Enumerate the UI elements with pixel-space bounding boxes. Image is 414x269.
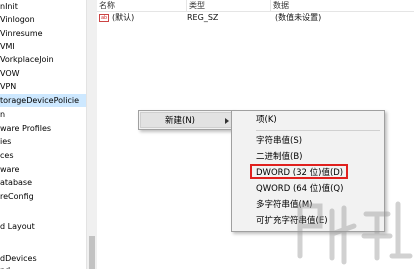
context-menu: 新建(N) <box>138 110 234 130</box>
row-name: (默认) <box>112 13 135 22</box>
menu-item-new[interactable]: 新建(N) <box>140 112 232 128</box>
column-header-type[interactable]: 类型 <box>187 0 271 11</box>
menu-item-key[interactable]: 项(K) <box>256 112 277 128</box>
tree-scrollbar[interactable] <box>86 0 97 269</box>
tree-item[interactable]: reConfig <box>0 190 86 203</box>
column-header-name[interactable]: 名称 <box>97 0 187 11</box>
menu-item-qword-value[interactable]: QWORD (64 位)值(Q) <box>256 181 343 197</box>
menu-item-new-label: 新建(N) <box>165 116 195 126</box>
list-header: 名称 类型 数据 <box>97 0 414 12</box>
tree-item[interactable]: nInit <box>0 0 86 13</box>
tree-item[interactable]: Vinlogon <box>0 13 86 26</box>
row-data: (数值未设置) <box>275 13 322 22</box>
watermark-logo <box>297 201 413 265</box>
tree-item[interactable]: VPN <box>0 80 86 93</box>
tree-item[interactable]: ware <box>0 163 86 176</box>
scrollbar-thumb[interactable] <box>89 236 95 269</box>
tree-item[interactable]: ces <box>0 149 86 162</box>
dword-highlight-box <box>250 164 348 179</box>
row-type: REG_SZ <box>187 13 219 22</box>
menu-item-string-value[interactable]: 字符串值(S) <box>256 133 302 149</box>
tree-item[interactable] <box>0 205 86 218</box>
menu-separator <box>256 130 380 131</box>
column-header-data[interactable]: 数据 <box>271 0 414 11</box>
tree-item[interactable]: d Layout <box>0 220 86 233</box>
tree-item[interactable]: n <box>0 108 86 121</box>
tree-item[interactable]: VorkplaceJoin <box>0 53 86 66</box>
registry-tree: nInit Vinlogon Vinresume VMI VorkplaceJo… <box>0 0 86 269</box>
tree-item[interactable]: ies <box>0 135 86 148</box>
tree-item[interactable]: nd <box>0 264 86 269</box>
tree-item[interactable]: VMI <box>0 40 86 53</box>
tree-item[interactable] <box>0 236 86 249</box>
tree-item-selected[interactable]: torageDevicePolicie <box>0 94 86 107</box>
table-row[interactable]: ab (默认) REG_SZ (数值未设置) <box>99 12 404 24</box>
string-value-icon: ab <box>99 14 109 22</box>
tree-item[interactable]: atabase <box>0 176 86 189</box>
tree-item[interactable]: VOW <box>0 67 86 80</box>
menu-item-binary-value[interactable]: 二进制值(B) <box>256 149 302 165</box>
submenu-arrow-icon <box>225 118 229 124</box>
tree-item[interactable]: ware Profiles <box>0 122 86 135</box>
tree-item[interactable]: Vinresume <box>0 27 86 40</box>
